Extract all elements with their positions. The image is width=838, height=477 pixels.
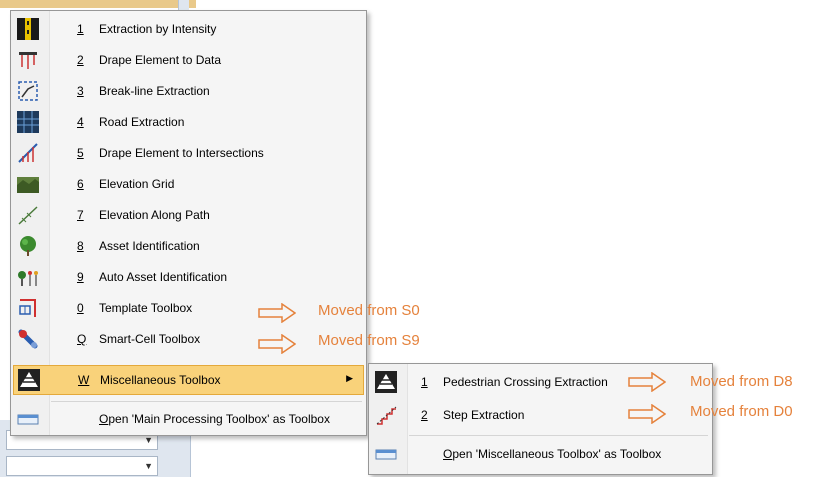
- break-line-icon: [18, 81, 38, 101]
- annotation-arrow-icon: [258, 334, 296, 354]
- drape-data-icon: [19, 52, 37, 69]
- menu-item-template-toolbox[interactable]: 0 Template Toolbox: [13, 294, 364, 322]
- menu-item-break-line-extraction[interactable]: 3 Break-line Extraction: [13, 77, 364, 105]
- annotation-moved-from-d0: Moved from D0: [690, 403, 793, 420]
- menu-item-label: Asset Identification: [99, 239, 200, 253]
- elevation-path-icon: [18, 206, 38, 225]
- menu-item-mnemonic: 0: [77, 301, 84, 315]
- menu-item-smart-cell-toolbox[interactable]: Q Smart-Cell Toolbox: [13, 325, 364, 353]
- auto-asset-icon: [18, 271, 38, 286]
- menu-item-mnemonic: 8: [77, 239, 84, 253]
- annotation-arrow-icon: [628, 404, 666, 424]
- menu-item-label: Drape Element to Data: [99, 53, 222, 67]
- menu-item-mnemonic: 6: [77, 177, 84, 191]
- menu-item-label: Template Toolbox: [99, 301, 193, 315]
- menu-item-mnemonic: 1: [421, 375, 428, 389]
- toolbox-window-icon: [17, 414, 39, 425]
- main-processing-menu: 1 Extraction by Intensity 2 Drape Elemen…: [10, 10, 367, 436]
- menu-item-label: Elevation Grid: [99, 177, 175, 191]
- menu-item-asset-identification[interactable]: 8 Asset Identification: [13, 232, 364, 260]
- annotation-arrow-icon: [628, 372, 666, 392]
- template-icon: [19, 299, 36, 317]
- menu-item-mnemonic: 7: [77, 208, 84, 222]
- menu-item-mnemonic: 2: [421, 408, 428, 422]
- menu-item-open-main-processing-toolbox[interactable]: Open 'Main Processing Toolbox' as Toolbo…: [13, 405, 364, 433]
- menu-item-label: Step Extraction: [443, 408, 525, 422]
- menu-item-mnemonic: 5: [77, 146, 84, 160]
- menu-item-mnemonic: 3: [77, 84, 84, 98]
- misc-toolbox-icon: [18, 369, 40, 391]
- intensity-icon: [17, 18, 39, 40]
- menu-item-auto-asset-identification[interactable]: 9 Auto Asset Identification: [13, 263, 364, 291]
- menu-item-mnemonic: 2: [77, 53, 84, 67]
- chevron-down-icon: ▼: [144, 461, 153, 471]
- menu-item-label: Elevation Along Path: [99, 208, 210, 222]
- background-window-header: [0, 0, 196, 8]
- menu-item-label: Road Extraction: [99, 115, 185, 129]
- elevation-grid-icon: [17, 177, 39, 193]
- step-icon: [376, 406, 397, 425]
- submenu-item-open-miscellaneous-toolbox[interactable]: Open 'Miscellaneous Toolbox' as Toolbox: [371, 440, 710, 468]
- menu-item-miscellaneous-toolbox[interactable]: W Miscellaneous Toolbox ▶: [13, 365, 364, 395]
- annotation-arrow-icon: [258, 303, 296, 323]
- menu-item-label: Open 'Main Processing Toolbox' as Toolbo…: [99, 412, 330, 426]
- menu-separator: [51, 401, 362, 402]
- tree-icon: [20, 236, 36, 256]
- toolbox-window-icon: [375, 449, 397, 460]
- annotation-moved-from-s0: Moved from S0: [318, 302, 420, 319]
- annotation-moved-from-s9: Moved from S9: [318, 332, 420, 349]
- menu-item-elevation-grid[interactable]: 6 Elevation Grid: [13, 170, 364, 198]
- annotation-moved-from-d8: Moved from D8: [690, 373, 793, 390]
- menu-item-extraction-by-intensity[interactable]: 1 Extraction by Intensity: [13, 15, 364, 43]
- menu-item-label: Open 'Miscellaneous Toolbox' as Toolbox: [443, 447, 662, 461]
- drape-intersections-icon: [18, 143, 38, 163]
- menu-item-mnemonic: Q: [77, 332, 87, 346]
- road-icon: [17, 111, 39, 133]
- background-combo-2[interactable]: ▼: [6, 456, 158, 476]
- smart-cell-icon: [18, 329, 38, 349]
- menu-item-mnemonic: 9: [77, 270, 84, 284]
- menu-item-label: Smart-Cell Toolbox: [99, 332, 201, 346]
- menu-item-label: Extraction by Intensity: [99, 22, 217, 36]
- menu-item-mnemonic: 4: [77, 115, 84, 129]
- menu-item-mnemonic: W: [78, 373, 90, 387]
- submenu-separator: [409, 435, 708, 436]
- menu-item-elevation-along-path[interactable]: 7 Elevation Along Path: [13, 201, 364, 229]
- menu-item-mnemonic: 1: [77, 22, 84, 36]
- chevron-down-icon: ▼: [144, 435, 153, 445]
- menu-item-road-extraction[interactable]: 4 Road Extraction: [13, 108, 364, 136]
- menu-item-label: Miscellaneous Toolbox: [100, 373, 221, 387]
- menu-item-label: Pedestrian Crossing Extraction: [443, 375, 608, 389]
- menu-item-label: Break-line Extraction: [99, 84, 210, 98]
- menu-item-drape-element-to-intersections[interactable]: 5 Drape Element to Intersections: [13, 139, 364, 167]
- menu-item-drape-element-to-data[interactable]: 2 Drape Element to Data: [13, 46, 364, 74]
- menu-item-label: Auto Asset Identification: [99, 270, 228, 284]
- pedestrian-icon: [375, 371, 397, 393]
- menu-item-label: Drape Element to Intersections: [99, 146, 264, 160]
- submenu-arrow-icon: ▶: [346, 373, 353, 383]
